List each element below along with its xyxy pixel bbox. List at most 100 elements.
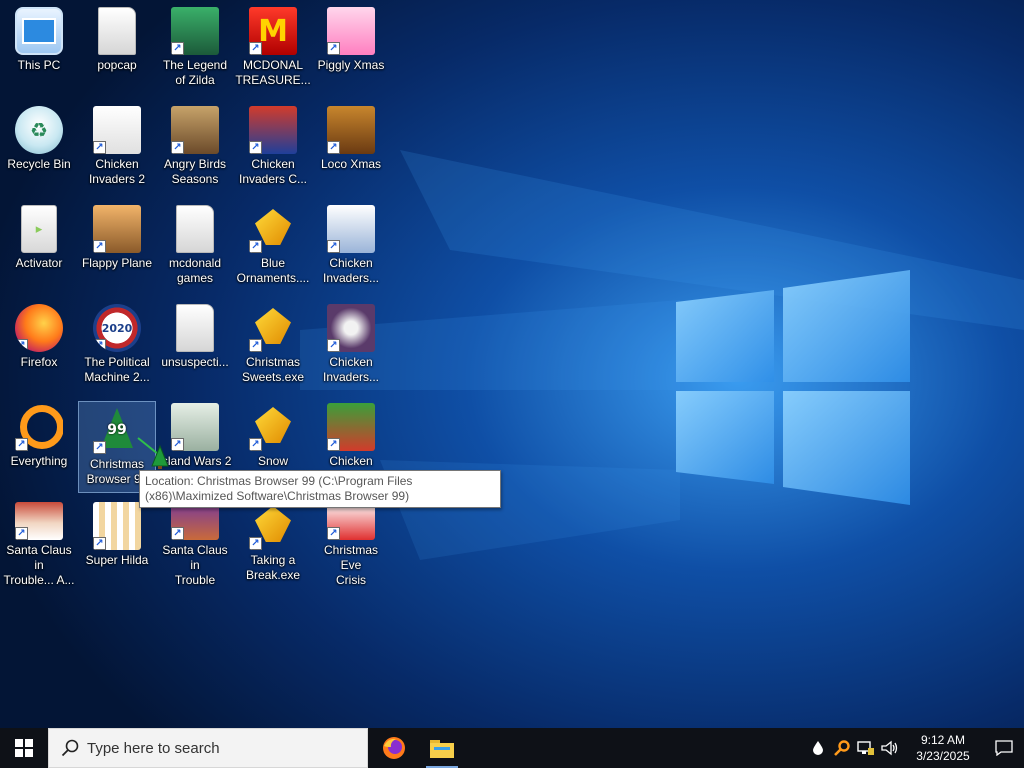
shortcut-arrow-icon: ↗ [93,339,106,352]
shortcut-arrow-icon: ↗ [93,141,106,154]
game-icon: ↗ [171,7,219,55]
desktop-icon-label: Firefox [20,355,58,369]
desktop-icon-label: The Legend of Zilda [162,58,228,87]
shortcut-arrow-icon: ↗ [327,438,340,451]
desktop-icon-everything[interactable]: ↗ Everything [0,398,78,490]
shortcut-arrow-icon: ↗ [249,42,262,55]
speaker-glyph [881,740,898,756]
shortcut-arrow-icon: ↗ [249,438,262,451]
desktop-icon-label: Blue Ornaments.... [236,256,310,285]
tree-badge-text: 99 [107,422,127,438]
desktop-icon-mcdonald-treasure[interactable]: M ↗ MCDONAL TREASURE... [234,2,312,94]
desktop-icon-label: Super Hilda [85,553,149,567]
shortcut-arrow-icon: ↗ [171,42,184,55]
christmas-tree-icon: 99 ↗ [93,406,141,454]
icon-location-tooltip: Location: Christmas Browser 99 (C:\Progr… [139,470,501,508]
desktop-icon-label: Taking a Break.exe [245,553,301,582]
taskbar-firefox-button[interactable] [370,728,418,768]
desktop-icon-label: Snow [257,454,289,468]
desktop-icon-blue-ornaments[interactable]: ↗ Blue Ornaments.... [234,200,312,292]
desktop-icon-chicken-invaders-3[interactable]: ↗ Chicken Invaders... [312,200,390,292]
desktop-icon-label: Everything [10,454,68,468]
desktop-icon-label: popcap [97,58,137,72]
snowman-game-icon: ↗ [249,106,297,154]
volume-icon[interactable] [878,728,902,768]
desktop-icon-label: MCDONAL TREASURE... [235,58,311,87]
chicken-game-icon: ↗ [327,205,375,253]
taskbar-clock[interactable]: 9:12 AM 3/23/2025 [902,732,984,764]
notification-icon [995,740,1013,756]
desktop-icon-label: Chicken Invaders 2 [88,157,146,186]
desktop-icon-label: Recycle Bin [7,157,71,171]
desktop-icon-label: Piggly Xmas [317,58,385,72]
desktop-icon-mcdonald-games[interactable]: mcdonald games [156,200,234,292]
desktop-icon-angry-birds-seasons[interactable]: ↗ Angry Birds Seasons [156,101,234,193]
shortcut-arrow-icon: ↗ [327,42,340,55]
bear-game-icon: ↗ [327,106,375,154]
desktop-icon-label: Chicken [329,454,373,468]
desktop-icon-political-machine[interactable]: 2020 ↗ The Political Machine 2... [78,299,156,391]
windows-logo-icon [15,739,33,757]
political-badge-text: 2020 [101,321,133,335]
desktop-icon-chicken-invaders-2[interactable]: ↗ Chicken Invaders 2 [78,101,156,193]
desktop-icon-recycle-bin[interactable]: ♻ Recycle Bin [0,101,78,193]
desktop-icon-this-pc[interactable]: This PC [0,2,78,94]
system-tray: 9:12 AM 3/23/2025 [806,728,1024,768]
clock-date: 3/23/2025 [916,749,970,763]
desktop-icon-santa-claus-trouble-again[interactable]: ↗ Santa Claus in Trouble... A... [0,497,78,589]
start-button[interactable] [0,728,48,768]
desktop-icon-firefox[interactable]: ↗ Firefox [0,299,78,391]
desktop-icon-label: Angry Birds Seasons [163,157,227,186]
angry-birds-icon: ↗ [171,106,219,154]
plane-game-icon: ↗ [93,205,141,253]
desktop-icon-chicken-invaders-c[interactable]: ↗ Chicken Invaders C... [234,101,312,193]
action-center-button[interactable] [984,728,1024,768]
search-tray-icon[interactable] [830,728,854,768]
desktop-icon-chicken-invaders-4[interactable]: ↗ Chicken Invaders... [312,299,390,391]
shortcut-arrow-icon: ↗ [15,339,28,352]
desktop-icon-label: unsuspecti... [161,355,229,369]
shortcut-arrow-icon: ↗ [93,240,106,253]
folder-icon [176,205,214,253]
firefox-icon [383,737,405,759]
desktop-icon-taking-a-break[interactable]: ↗ Taking a Break.exe [234,497,312,589]
desktop-icon-piggly-xmas[interactable]: ↗ Piggly Xmas [312,2,390,94]
network-icon[interactable] [854,728,878,768]
taskbar: Type here to search 9:12 AM 3/23/2025 [0,728,1024,768]
shortcut-arrow-icon: ↗ [249,339,262,352]
shortcut-arrow-icon: ↗ [15,438,28,451]
desktop-icon-loco-xmas[interactable]: ↗ Loco Xmas [312,101,390,193]
desktop-icon-christmas-eve-crisis[interactable]: ↗ Christmas Eve Crisis [312,497,390,589]
desktop-icon-christmas-sweets[interactable]: ↗ Christmas Sweets.exe [234,299,312,391]
recycle-glyph: ♻ [30,118,48,142]
desktop-icon-legend-of-zilda[interactable]: ↗ The Legend of Zilda [156,2,234,94]
taskbar-file-explorer-button[interactable] [418,728,466,768]
gift-game-icon: ↗ [249,205,297,253]
mcdonalds-logo-icon: M ↗ [249,7,297,55]
desktop-icon-activator[interactable]: ▸ Activator [0,200,78,292]
shortcut-arrow-icon: ↗ [171,527,184,540]
desktop-icon-super-hilda[interactable]: ↗ Super Hilda [78,497,156,589]
political-badge-icon: 2020 ↗ [93,304,141,352]
shortcut-arrow-icon: ↗ [327,141,340,154]
desktop-icon-label: Santa Claus in Trouble... A... [3,543,75,587]
desktop-icon-santa-claus-trouble[interactable]: ↗ Santa Claus in Trouble [156,497,234,589]
shortcut-arrow-icon: ↗ [15,527,28,540]
desktop-icon-label: Loco Xmas [320,157,382,171]
desktop-icon-label: Chicken Invaders... [322,256,380,285]
christmas-tree-cursor-icon [137,437,169,469]
desktop-icon-flappy-plane[interactable]: ↗ Flappy Plane [78,200,156,292]
mcdonalds-glyph: M [258,13,288,49]
droplet-icon[interactable] [806,728,830,768]
folder-icon [176,304,214,352]
taskbar-search-box[interactable]: Type here to search [48,728,368,768]
chicken-game-icon: ↗ [327,304,375,352]
shortcut-arrow-icon: ↗ [171,141,184,154]
desktop-icon-label: Santa Claus in Trouble [162,543,228,587]
desktop-icon-unsuspecting[interactable]: unsuspecti... [156,299,234,391]
pixel-game-icon: ↗ [93,502,141,550]
desktop-icon-label: Christmas Eve Crisis [323,543,378,587]
chicken-game-icon: ↗ [327,403,375,451]
chicken-game-icon: ↗ [93,106,141,154]
desktop-icon-popcap[interactable]: popcap [78,2,156,94]
